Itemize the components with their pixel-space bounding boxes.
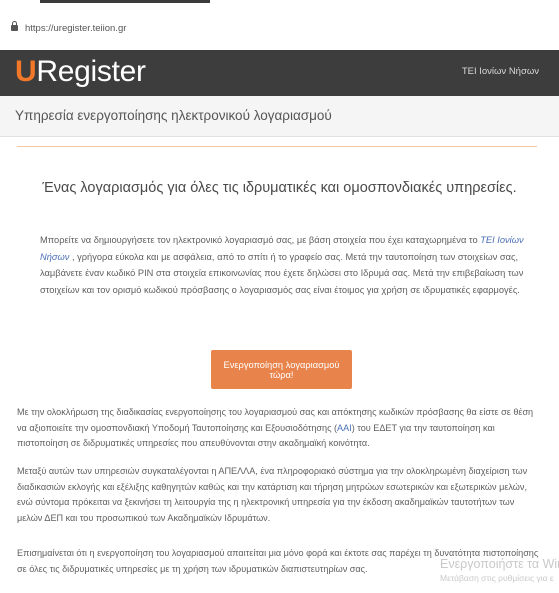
info-paragraph-apella: Μεταξύ αυτών των υπηρεσιών συγκαταλέγοντ…: [17, 466, 528, 523]
logo-text: Register: [36, 55, 146, 88]
intro-text-2: , γρήγορα εύκολα και με ασφάλεια, από το…: [40, 251, 524, 295]
activate-account-button[interactable]: Ενεργοποίηση λογαριασμού τώρα!: [211, 350, 352, 389]
intro-text-1: Μπορείτε να δημιουργήσετε τον ηλεκτρονικ…: [40, 235, 481, 245]
logo-u: U: [15, 55, 37, 88]
service-title-bar: Υπηρεσία ενεργοποίησης ηλεκτρονικού λογα…: [0, 96, 559, 137]
browser-tab-strip: [0, 0, 559, 4]
site-header: URegister TEI Ιονίων Νήσων: [0, 50, 559, 96]
uregister-logo[interactable]: URegister: [15, 53, 146, 91]
windows-activation-watermark: Ενεργοποιήστε τα Win Μετάβαση στις ρυθμί…: [440, 557, 559, 583]
url-text[interactable]: https://uregister.teiion.gr: [25, 23, 126, 34]
aai-link[interactable]: AAI: [337, 423, 352, 433]
divider: [17, 146, 537, 147]
active-tab-edge: [40, 0, 210, 3]
info-paragraph-aai: Με την ολοκλήρωση της διαδικασίας ενεργο…: [17, 405, 542, 452]
page-title: Υπηρεσία ενεργοποίησης ηλεκτρονικού λογα…: [15, 108, 332, 123]
institution-name: TEI Ιονίων Νήσων: [461, 66, 539, 77]
address-bar[interactable]: https://uregister.teiion.gr: [0, 17, 559, 39]
watermark-line-1: Ενεργοποιήστε τα Win: [440, 557, 559, 571]
main-headline: Ένας λογαριασμός για όλες τις ιδρυματικέ…: [42, 180, 517, 196]
watermark-line-2: Μετάβαση στις ρυθμίσεις για ε: [440, 573, 554, 583]
intro-paragraph: Μπορείτε να δημιουργήσετε τον ηλεκτρονικ…: [40, 232, 527, 298]
lock-icon: [11, 21, 18, 33]
